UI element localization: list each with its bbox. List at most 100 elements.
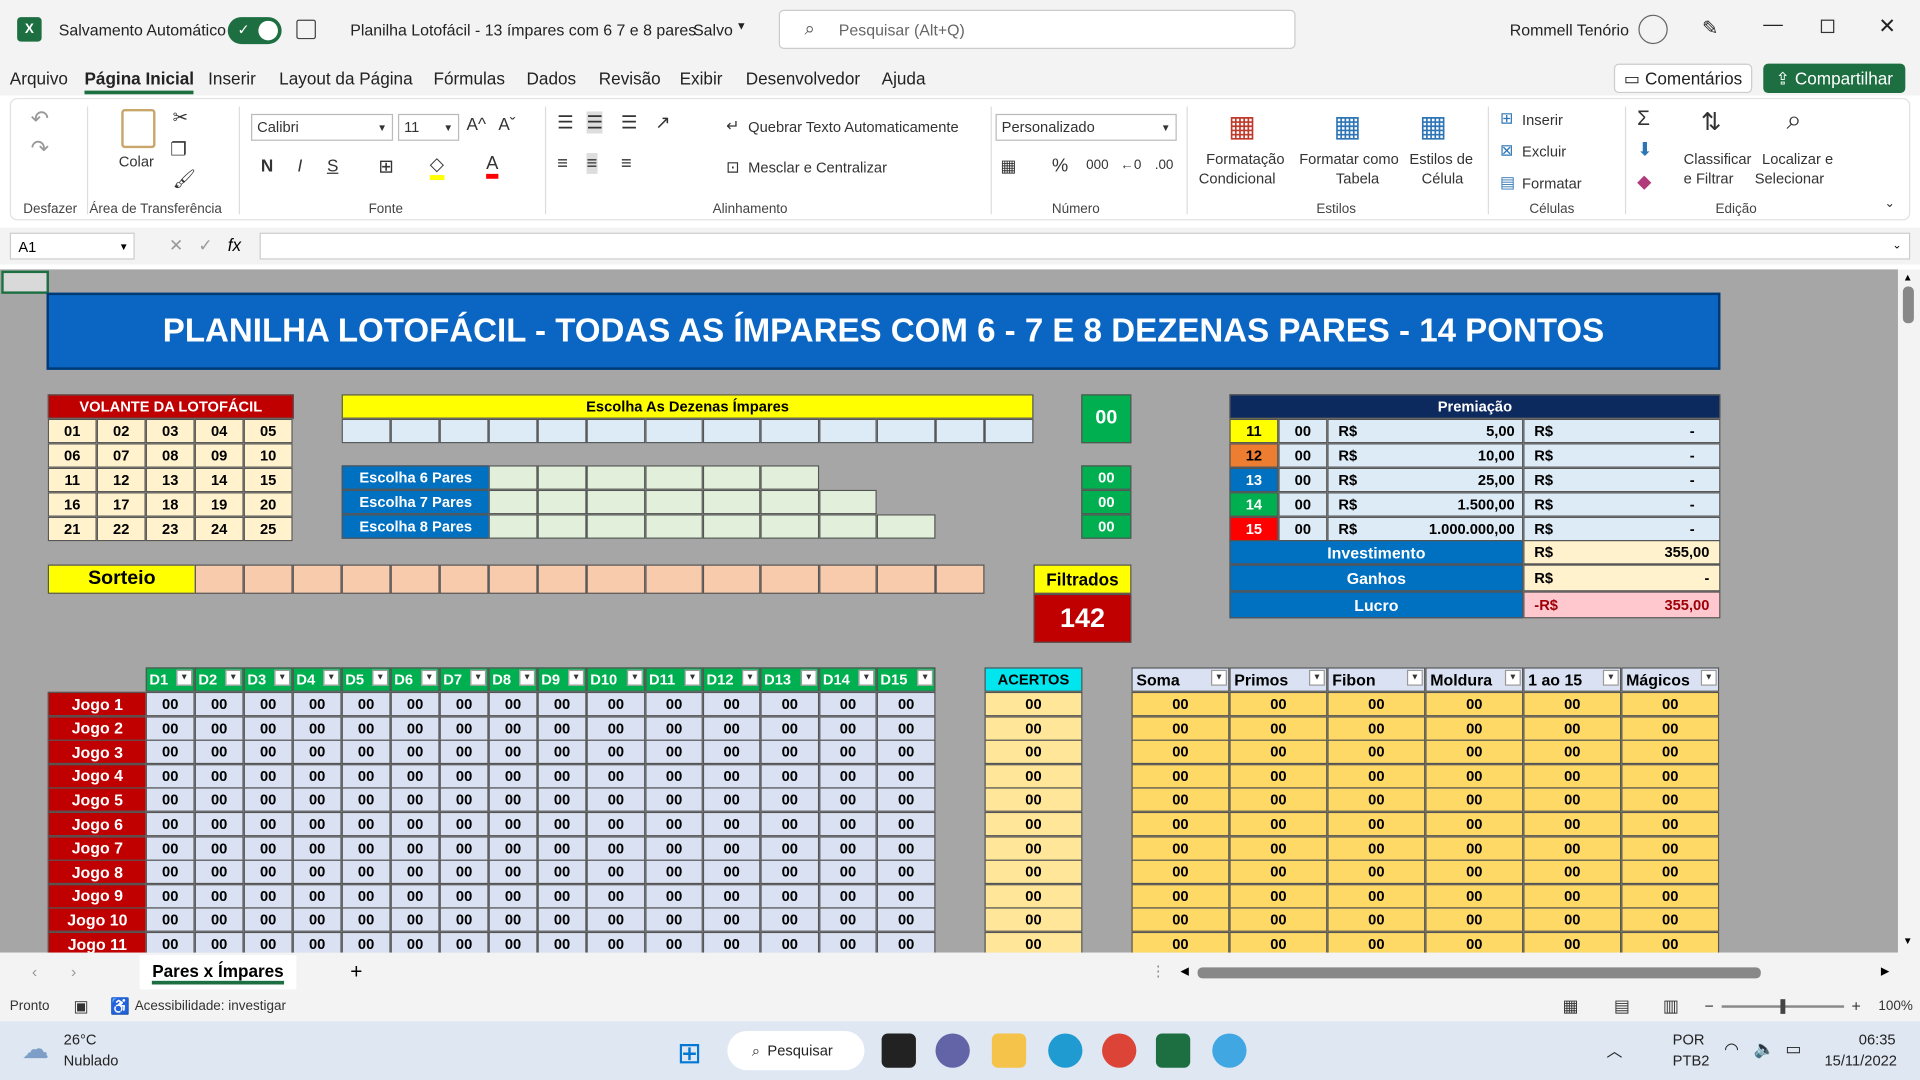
filter-dropdown-icon[interactable]: ▼ xyxy=(1308,669,1325,686)
volante-cell[interactable]: 01 xyxy=(47,418,97,444)
jogo-number-cell[interactable]: 00 xyxy=(243,835,293,861)
undo-icon[interactable]: ↶ xyxy=(31,107,49,133)
jogo-number-cell[interactable]: 00 xyxy=(439,715,489,741)
decrease-decimal-icon[interactable]: .00 xyxy=(1155,158,1174,173)
impares-input-cell[interactable] xyxy=(341,418,391,444)
volante-cell[interactable]: 11 xyxy=(47,467,97,493)
jogo-number-cell[interactable]: 00 xyxy=(876,835,936,861)
jogo-number-cell[interactable]: 00 xyxy=(819,859,877,885)
jogo-number-cell[interactable]: 00 xyxy=(488,811,538,837)
sorteio-input-cell[interactable] xyxy=(194,564,244,594)
jogo-number-cell[interactable]: 00 xyxy=(488,883,538,909)
align-bottom-icon[interactable]: ☰ xyxy=(621,111,637,134)
jogo-number-cell[interactable]: 00 xyxy=(537,931,587,953)
jogo-number-cell[interactable]: 00 xyxy=(341,787,391,813)
italic-button[interactable]: I xyxy=(298,156,303,176)
d-column-header[interactable]: D13 ▼ xyxy=(760,667,820,692)
premiacao-count[interactable]: 00 xyxy=(1278,516,1328,542)
delete-cells-button[interactable]: Excluir xyxy=(1522,143,1566,160)
stat-cell[interactable]: 00 xyxy=(1327,787,1426,813)
stat-cell[interactable]: 00 xyxy=(1327,835,1426,861)
stat-cell[interactable]: 00 xyxy=(1523,787,1622,813)
number-format-select[interactable]: Personalizado ▼ xyxy=(995,113,1177,141)
menu-inserir[interactable]: Inserir xyxy=(208,69,256,89)
stat-cell[interactable]: 00 xyxy=(1425,715,1524,741)
premiacao-count[interactable]: 00 xyxy=(1278,443,1328,468)
pares-input-cell[interactable] xyxy=(488,489,538,515)
jogo-number-cell[interactable]: 00 xyxy=(439,811,489,837)
sorteio-input-cell[interactable] xyxy=(819,564,877,594)
jogo-number-cell[interactable]: 00 xyxy=(586,883,646,909)
pares-input-cell[interactable] xyxy=(645,489,703,515)
volante-cell[interactable]: 09 xyxy=(194,443,244,468)
impares-input-cell[interactable] xyxy=(488,418,538,444)
format-table-label-2[interactable]: Tabela xyxy=(1336,170,1379,187)
sorteio-input-cell[interactable] xyxy=(439,564,489,594)
pares-input-cell[interactable] xyxy=(702,514,761,539)
stat-column-header[interactable]: Primos ▼ xyxy=(1229,667,1328,692)
jogo-number-cell[interactable]: 00 xyxy=(292,811,342,837)
stat-cell[interactable]: 00 xyxy=(1425,739,1524,765)
name-box[interactable]: A1 ▼ xyxy=(9,232,135,260)
jogo-number-cell[interactable]: 00 xyxy=(702,691,761,717)
jogo-number-cell[interactable]: 00 xyxy=(537,787,587,813)
pares-input-cell[interactable] xyxy=(645,465,703,490)
jogo-number-cell[interactable]: 00 xyxy=(645,715,703,741)
jogo-number-cell[interactable]: 00 xyxy=(702,835,761,861)
premiacao-count[interactable]: 00 xyxy=(1278,418,1328,444)
copy-icon[interactable]: ❐ xyxy=(170,138,186,161)
stat-cell[interactable]: 00 xyxy=(1425,787,1524,813)
jogo-number-cell[interactable]: 00 xyxy=(488,787,538,813)
pares-input-cell[interactable] xyxy=(537,514,587,539)
jogo-number-cell[interactable]: 00 xyxy=(819,811,877,837)
jogo-number-cell[interactable]: 00 xyxy=(390,883,440,909)
jogo-number-cell[interactable]: 00 xyxy=(586,691,646,717)
save-icon[interactable] xyxy=(296,19,316,40)
thousands-icon[interactable]: 000 xyxy=(1086,158,1108,173)
jogo-number-cell[interactable]: 00 xyxy=(145,715,195,741)
volante-cell[interactable]: 13 xyxy=(145,467,195,493)
impares-input-cell[interactable] xyxy=(586,418,646,444)
stat-cell[interactable]: 00 xyxy=(1621,691,1720,717)
jogo-number-cell[interactable]: 00 xyxy=(586,835,646,861)
vertical-scrollbar[interactable]: ▲ ▼ xyxy=(1897,269,1920,953)
premiacao-value[interactable]: 25,00 R$ xyxy=(1327,467,1524,493)
jogo-number-cell[interactable]: 00 xyxy=(645,811,703,837)
stat-cell[interactable]: 00 xyxy=(1621,787,1720,813)
filter-dropdown-icon[interactable]: ▼ xyxy=(470,669,487,686)
stat-cell[interactable]: 00 xyxy=(1621,931,1720,953)
jogo-number-cell[interactable]: 00 xyxy=(341,859,391,885)
filter-dropdown-icon[interactable]: ▼ xyxy=(742,669,758,686)
jogo-number-cell[interactable]: 00 xyxy=(645,763,703,789)
jogo-number-cell[interactable]: 00 xyxy=(243,859,293,885)
filter-dropdown-icon[interactable]: ▼ xyxy=(1700,669,1717,686)
sorteio-input-cell[interactable] xyxy=(645,564,703,594)
jogo-number-cell[interactable]: 00 xyxy=(439,931,489,953)
stat-cell[interactable]: 00 xyxy=(1523,835,1622,861)
pares-input-cell[interactable] xyxy=(760,489,820,515)
jogo-number-cell[interactable]: 00 xyxy=(702,763,761,789)
d-column-header[interactable]: D7 ▼ xyxy=(439,667,489,692)
d-column-header[interactable]: D6 ▼ xyxy=(390,667,440,692)
stat-cell[interactable]: 00 xyxy=(1131,931,1230,953)
impares-input-cell[interactable] xyxy=(819,418,877,444)
acertos-cell[interactable]: 00 xyxy=(984,931,1083,953)
jogo-number-cell[interactable]: 00 xyxy=(341,883,391,909)
stat-cell[interactable]: 00 xyxy=(1425,883,1524,909)
cut-icon[interactable]: ✂ xyxy=(173,107,188,129)
jogo-number-cell[interactable]: 00 xyxy=(243,907,293,933)
chrome-icon[interactable] xyxy=(1102,1033,1137,1068)
filter-dropdown-icon[interactable]: ▼ xyxy=(684,669,701,686)
jogo-number-cell[interactable]: 00 xyxy=(819,835,877,861)
pares-input-cell[interactable] xyxy=(586,514,646,539)
jogo-number-cell[interactable]: 00 xyxy=(341,811,391,837)
enter-icon[interactable]: ✓ xyxy=(198,235,212,256)
pares-input-cell[interactable] xyxy=(876,514,936,539)
paste-icon[interactable] xyxy=(121,108,156,149)
impares-input-cell[interactable] xyxy=(984,418,1034,444)
acertos-cell[interactable]: 00 xyxy=(984,691,1083,717)
align-middle-icon[interactable]: ☰ xyxy=(586,111,604,134)
next-sheet-icon[interactable]: › xyxy=(71,962,76,980)
wifi-icon[interactable]: ◠ xyxy=(1724,1038,1739,1059)
align-right-icon[interactable]: ≡ xyxy=(621,153,632,174)
